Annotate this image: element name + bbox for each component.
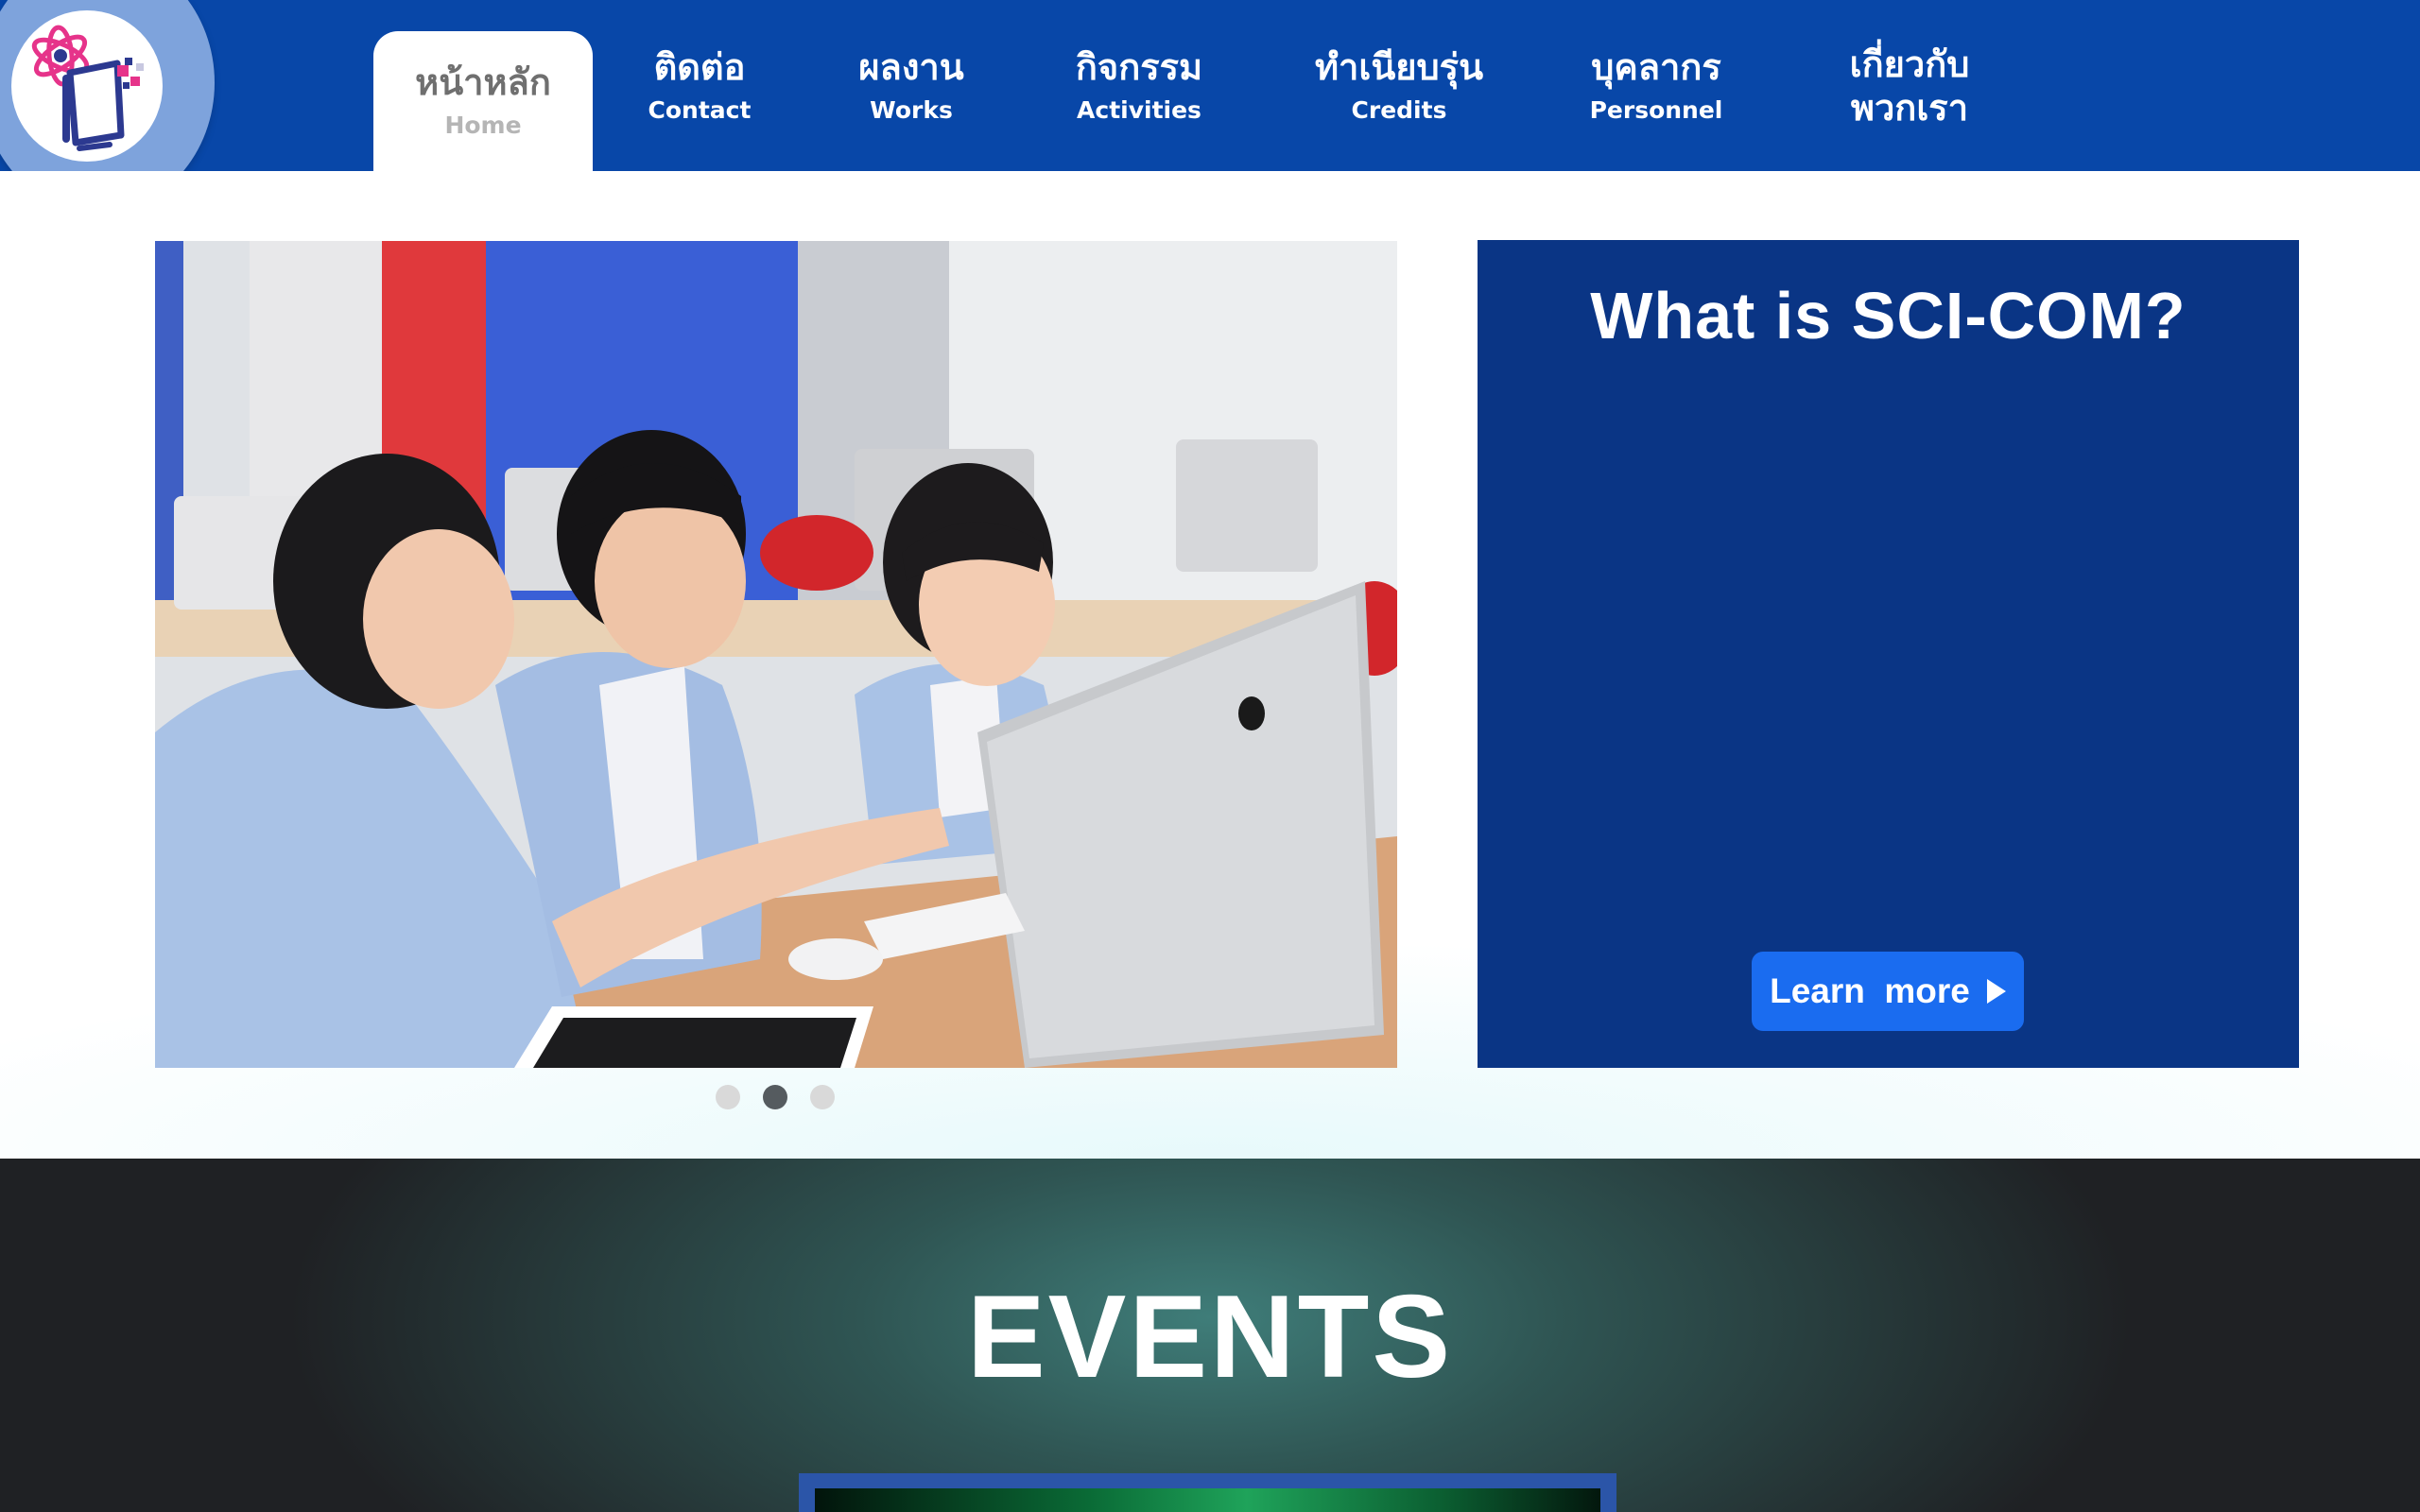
carousel-dot-3[interactable]: [810, 1085, 835, 1109]
nav-home[interactable]: หน้าหลัก Home: [373, 31, 593, 171]
play-icon: [1986, 979, 2006, 1004]
carousel-indicators: [716, 1085, 835, 1109]
nav-contact-en: Contact: [648, 95, 752, 124]
nav-personnel-en: Personnel: [1589, 95, 1723, 124]
nav-activities[interactable]: กิจกรรม Activities: [1049, 0, 1229, 171]
nav-contact-th: ติดต่อ: [653, 45, 746, 88]
nav-personnel[interactable]: บุคลากร Personnel: [1560, 0, 1753, 171]
nav-activities-en: Activities: [1077, 95, 1201, 124]
nav-credits-en: Credits: [1351, 95, 1447, 124]
nav-works[interactable]: ผลงาน Works: [832, 0, 991, 171]
events-section: EVENTS: [0, 1159, 2420, 1512]
nav-works-en: Works: [870, 95, 953, 124]
sci-com-logo-icon: [31, 25, 144, 151]
site-logo[interactable]: [11, 10, 163, 162]
nav-contact[interactable]: ติดต่อ Contact: [624, 0, 775, 171]
nav-activities-th: กิจกรรม: [1075, 45, 1203, 88]
events-title: EVENTS: [966, 1272, 1454, 1402]
top-navigation-bar: หน้าหลัก Home ติดต่อ Contact ผลงาน Works…: [0, 0, 2420, 213]
carousel-dot-1[interactable]: [716, 1085, 740, 1109]
nav-credits-th: ทำเนียบรุ่น: [1314, 45, 1484, 88]
nav-about-us-line2: พวกเรา: [1850, 86, 1969, 129]
about-panel: What is SCI-COM? Learn more: [1478, 240, 2299, 1068]
event-card-image: [815, 1488, 1600, 1512]
about-panel-title: What is SCI-COM?: [1590, 279, 2187, 352]
nav-home-en: Home: [444, 112, 522, 139]
students-at-computers-photo: [155, 241, 1397, 1068]
learn-more-button[interactable]: Learn more: [1752, 952, 2024, 1031]
carousel-slide-photo[interactable]: [155, 241, 1397, 1068]
nav-credits[interactable]: ทำเนียบรุ่น Credits: [1295, 0, 1503, 171]
event-card[interactable]: [799, 1473, 1616, 1512]
nav-about-us[interactable]: เกี่ยวกับ พวกเรา: [1815, 0, 2004, 171]
carousel-dot-2[interactable]: [763, 1085, 787, 1109]
nav-works-th: ผลงาน: [858, 45, 964, 88]
nav-personnel-th: บุคลากร: [1591, 45, 1721, 88]
learn-more-label: Learn more: [1770, 971, 1970, 1010]
nav-home-th: หน้าหลัก: [415, 61, 551, 103]
nav-about-us-line1: เกี่ยวกับ: [1849, 43, 1970, 85]
